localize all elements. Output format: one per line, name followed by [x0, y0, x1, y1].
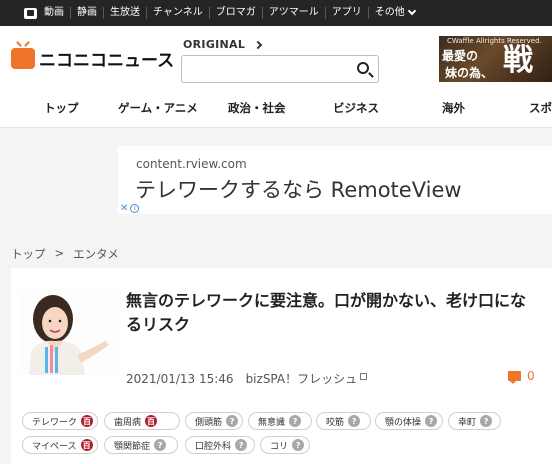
category-game-anime[interactable]: ゲーム・アニメ [118, 100, 198, 116]
tag-item[interactable]: 幸町 ? [448, 412, 501, 430]
banner-line1: 最愛の [442, 49, 479, 63]
tag-label: 幸町 [458, 417, 477, 428]
category-politics[interactable]: 政治・社会 [228, 100, 286, 116]
original-link[interactable]: ORIGINAL [183, 38, 263, 51]
dictionary-icon[interactable]: 百 [80, 439, 93, 451]
article-source[interactable]: bizSPA！フレッシュ [246, 370, 368, 387]
search-box [181, 55, 379, 83]
site-header: ニコニコニュース ORIGINAL CWaffle Allrights Rese… [0, 26, 552, 128]
tag-item[interactable]: 側頭筋 ? [185, 412, 243, 430]
service-nav-item-live[interactable]: 生放送 [103, 7, 146, 19]
article-card: 無言のテレワークに要注意。口が開かない、老け口になるリスク 2021/01/13… [11, 268, 552, 464]
woman-with-toothbrush-image [21, 289, 121, 375]
ad-url: content.rview.com [136, 157, 247, 171]
service-nav-item-channel[interactable]: チャンネル [146, 7, 209, 19]
tag-label: 顎関節症 [114, 441, 151, 452]
niconico-tv-icon[interactable] [24, 7, 37, 19]
breadcrumb-separator: > [54, 246, 65, 260]
ad-choices: ✕ i [118, 203, 142, 214]
comment-icon [508, 371, 521, 384]
ad-title: テレワークするなら RemoteView [135, 178, 462, 202]
tag-label: テレワーク [32, 417, 78, 428]
search-icon[interactable] [357, 62, 369, 74]
dictionary-icon[interactable]: 百 [145, 415, 158, 427]
chevron-right-icon [253, 40, 263, 49]
breadcrumb: トップ > エンタメ [11, 246, 119, 262]
breadcrumb-current[interactable]: エンタメ [73, 246, 119, 262]
article-source-label: bizSPA！フレッシュ [245, 372, 358, 386]
help-icon[interactable]: ? [154, 439, 167, 451]
category-nav: トップ ゲーム・アニメ 政治・社会 ビジネス 海外 スポ [0, 100, 552, 120]
breadcrumb-home[interactable]: トップ [11, 246, 46, 262]
service-nav-item-video[interactable]: 動画 [44, 7, 70, 19]
service-nav-item-atsumaru[interactable]: アツマール [261, 7, 325, 19]
tag-item[interactable]: 口腔外科 ? [185, 436, 255, 454]
help-icon[interactable]: ? [226, 415, 239, 427]
header-banner-ad[interactable]: CWaffle Allrights Reserved. 最愛の 妹の為、 戦 [439, 36, 552, 82]
category-sports[interactable]: スポ [529, 100, 552, 116]
article-date: 2021/01/13 15:46 [126, 371, 234, 386]
ad-close-icon[interactable]: ✕ [120, 203, 128, 214]
banner-big-text: 戦 [503, 43, 533, 78]
tag-label: 側頭筋 [195, 417, 223, 428]
tag-label: 歯周病 [114, 417, 142, 428]
tag-label: コリ [270, 441, 289, 452]
tag-item[interactable]: 咬筋 ? [316, 412, 371, 430]
banner-line2: 妹の為、 [445, 66, 494, 80]
external-link-icon [360, 373, 368, 380]
help-icon[interactable]: ? [480, 415, 493, 427]
search-input[interactable] [182, 56, 347, 82]
original-label: ORIGINAL [183, 38, 246, 51]
chevron-down-icon [407, 6, 416, 16]
comment-count[interactable]: 0 [508, 369, 535, 384]
top-bar: 動画 静画 生放送 チャンネル ブロマガ アツマール アプリ その他 [0, 0, 552, 26]
help-icon[interactable]: ? [348, 415, 361, 427]
help-icon[interactable]: ? [235, 439, 248, 451]
comment-count-value: 0 [527, 369, 535, 383]
help-icon[interactable]: ? [292, 439, 305, 451]
niconico-logo-icon [11, 48, 35, 69]
tag-item[interactable]: テレワーク 百 [22, 412, 98, 430]
category-top[interactable]: トップ [44, 100, 79, 116]
tag-item[interactable]: 顎の体操 ? [375, 412, 443, 430]
tag-item[interactable]: コリ ? [260, 436, 310, 454]
service-nav-more-label: その他 [374, 7, 405, 18]
tag-label: マイペース [32, 441, 77, 452]
tag-label: 口腔外科 [195, 441, 232, 452]
dictionary-icon[interactable]: 百 [81, 415, 94, 427]
service-nav: 動画 静画 生放送 チャンネル ブロマガ アツマール アプリ その他 [44, 6, 421, 19]
article-meta: 2021/01/13 15:46 bizSPA！フレッシュ [126, 370, 368, 387]
help-icon[interactable]: ? [289, 415, 302, 427]
article-title[interactable]: 無言のテレワークに要注意。口が開かない、老け口になるリスク [126, 289, 541, 337]
category-overseas[interactable]: 海外 [442, 100, 465, 116]
tag-label: 顎の体操 [385, 417, 422, 428]
service-nav-item-app[interactable]: アプリ [324, 7, 368, 19]
category-business[interactable]: ビジネス [333, 100, 379, 116]
service-nav-more[interactable]: その他 [367, 6, 421, 19]
tag-label: 無意識 [258, 417, 286, 428]
tag-item[interactable]: 歯周病 百 [104, 412, 180, 430]
tag-item[interactable]: 無意識 ? [248, 412, 312, 430]
tag-item[interactable]: マイペース 百 [22, 436, 98, 454]
site-logo[interactable]: ニコニコニュース [11, 46, 174, 71]
tag-item[interactable]: 顎関節症 ? [104, 436, 178, 454]
article-thumbnail [21, 289, 121, 375]
help-icon[interactable]: ? [425, 415, 438, 427]
text-ad[interactable]: content.rview.com テレワークするなら RemoteView ✕… [118, 146, 552, 214]
service-nav-item-seiga[interactable]: 静画 [70, 7, 103, 19]
site-logo-text: ニコニコニュース [39, 51, 175, 71]
tag-label: 咬筋 [326, 417, 345, 428]
service-nav-item-blomaga[interactable]: ブロマガ [208, 7, 262, 19]
ad-info-icon[interactable]: i [130, 204, 140, 213]
